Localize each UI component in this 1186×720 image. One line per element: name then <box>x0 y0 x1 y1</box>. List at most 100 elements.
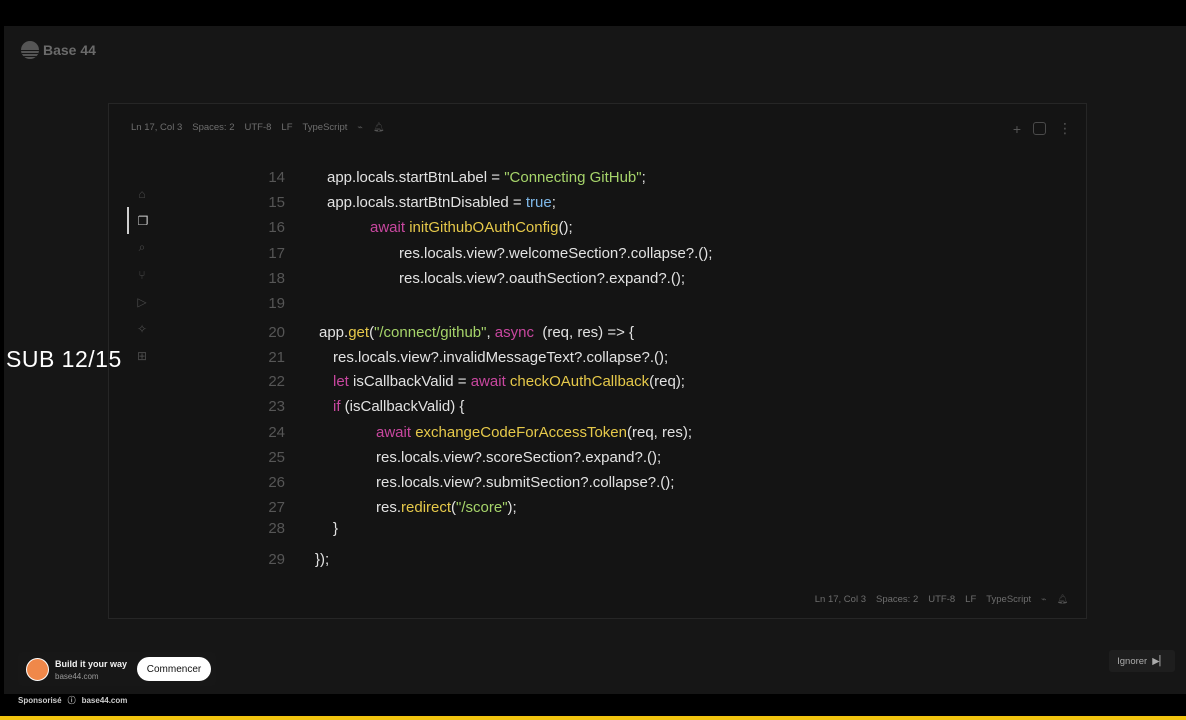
code-token: exchangeCodeForAccessToken <box>415 424 627 441</box>
code-text: app.locals.startBtnDisabled = true; <box>327 192 556 214</box>
code-token: res.locals.view?.scoreSection?.expand?.(… <box>376 449 662 466</box>
code-token: (); <box>558 219 573 236</box>
bell-icon: 🔔︎ <box>372 122 385 132</box>
code-token: true <box>525 194 552 211</box>
code-token: checkOAuthCallback <box>509 373 650 390</box>
code-line: 16 await initGithubOAuthConfig(); <box>109 217 1009 239</box>
code-token: }); <box>315 551 330 568</box>
cursor-position: Ln 17, Col 3 <box>131 122 183 133</box>
code-text: res.locals.view?.scoreSection?.expand?.(… <box>376 447 661 469</box>
advertiser-logo-icon <box>26 658 49 681</box>
line-number: 22 <box>268 373 285 390</box>
code-line: 18 res.locals.view?.oauthSection?.expand?… <box>109 268 1009 290</box>
code-text: res.locals.view?.invalidMessageText?.col… <box>333 347 668 369</box>
code-token: app.locals.startBtnLabel = <box>327 169 505 186</box>
indent-setting: Spaces: 2 <box>192 122 235 133</box>
code-token: await <box>370 219 410 236</box>
skip-label: Ignorer <box>1117 655 1148 667</box>
code-line: 15 app.locals.startBtnDisabled = true; <box>109 192 1009 214</box>
line-number: 25 <box>268 449 285 466</box>
code-line: 17 res.locals.view?.welcomeSection?.colla… <box>109 243 1009 265</box>
sponsored-label: Sponsorisé ⓘ base44.com <box>18 695 127 706</box>
code-text: if (isCallbackValid) { <box>333 396 464 418</box>
code-line: 23 if (isCallbackValid) { <box>109 396 1009 418</box>
ad-url: base44.com <box>55 672 99 681</box>
code-text: app.get("/connect/github", async (req, r… <box>319 322 634 344</box>
cursor-position: Ln 17, Col 3 <box>814 594 866 605</box>
line-number: 26 <box>268 474 285 491</box>
code-token: isCallbackValid = <box>353 373 471 390</box>
code-text: await exchangeCodeForAccessToken(req, re… <box>376 422 692 444</box>
brand-name: Base 44 <box>43 42 96 58</box>
code-token: res. <box>376 499 402 516</box>
code-line: 28} <box>109 518 1009 540</box>
code-token: redirect <box>401 499 452 516</box>
code-token: get <box>348 324 370 341</box>
line-number: 16 <box>268 219 285 236</box>
code-token: (isCallbackValid) { <box>344 398 465 415</box>
subtitle-caption: SUB 12/15 <box>6 346 122 372</box>
code-token: async <box>494 324 539 341</box>
language-mode: TypeScript <box>302 122 348 133</box>
skip-next-icon: ▶▏ <box>1152 655 1167 667</box>
code-text: res.redirect("/score"); <box>376 497 517 519</box>
ad-title: Build it your way <box>55 659 128 669</box>
info-icon[interactable]: ⓘ <box>68 695 76 706</box>
code-line: 22 let isCallbackValid = await checkOAuth… <box>109 371 1009 393</box>
code-line: 27 res.redirect("/score"); <box>109 497 1009 519</box>
skip-ad-button[interactable]: Ignorer ▶▏ <box>1109 650 1175 672</box>
code-line: 29}); <box>109 549 1009 571</box>
code-text: }); <box>315 549 329 571</box>
line-number: 14 <box>268 169 285 186</box>
code-token: app.locals.startBtnDisabled = <box>327 194 526 211</box>
ad-cta-button[interactable]: Commencer <box>137 657 211 681</box>
code-token: ; <box>551 194 556 211</box>
sponsored-text: Sponsorisé <box>18 696 62 705</box>
sponsored-ad-card[interactable]: Build it your way base44.com Commencer <box>18 652 216 686</box>
video-progress-bar[interactable] <box>0 716 1186 720</box>
code-text: res.locals.view?.submitSection?.collapse… <box>376 472 674 494</box>
line-number: 21 <box>268 349 285 366</box>
sponsor-link[interactable]: base44.com <box>82 696 128 705</box>
code-line: 14 app.locals.startBtnLabel = "Connecting… <box>109 167 1009 189</box>
code-token: "/score" <box>456 499 508 516</box>
code-editor-window: Ln 17, Col 3 Spaces: 2 UTF-8 LF TypeScri… <box>108 103 1087 619</box>
code-token: app. <box>319 324 349 341</box>
line-number: 23 <box>268 398 285 415</box>
code-token: (req); <box>649 373 685 390</box>
line-ending: LF <box>965 594 977 605</box>
status-bar-top: Ln 17, Col 3 Spaces: 2 UTF-8 LF TypeScri… <box>131 122 384 133</box>
code-line: 25 res.locals.view?.scoreSection?.expand?… <box>109 447 1009 469</box>
more-icon: ⋮ <box>1058 120 1072 136</box>
code-token: initGithubOAuthConfig <box>409 219 559 236</box>
bell-icon: 🔔︎ <box>1056 594 1068 604</box>
language-mode: TypeScript <box>986 594 1032 605</box>
line-number: 29 <box>268 551 285 568</box>
window-controls: + ⋮ <box>1013 120 1072 137</box>
code-token: ; <box>641 169 646 186</box>
line-number: 18 <box>268 270 285 287</box>
indent-setting: Spaces: 2 <box>875 594 919 605</box>
code-text: res.locals.view?.welcomeSection?.collaps… <box>399 243 712 265</box>
code-token: "/connect/github" <box>374 324 487 341</box>
base44-logo-icon <box>21 41 39 59</box>
code-text: app.locals.startBtnLabel = "Connecting G… <box>327 167 646 189</box>
line-number: 17 <box>268 245 285 262</box>
line-number: 15 <box>268 194 285 211</box>
code-token: res.locals.view?.submitSection?.collapse… <box>376 474 675 491</box>
brand-logo: Base 44 <box>21 41 96 59</box>
encoding: UTF-8 <box>244 122 272 133</box>
broadcast-icon: ⌁ <box>1041 594 1047 604</box>
code-token: ); <box>507 499 517 516</box>
code-line: 20 app.get("/connect/github", async (req,… <box>109 322 1009 344</box>
maximize-icon <box>1033 122 1046 135</box>
code-token: await <box>376 424 416 441</box>
progress-fill <box>0 716 1186 720</box>
code-token: res.locals.view?.welcomeSection?.collaps… <box>399 245 713 262</box>
code-token: (req, res); <box>626 424 692 441</box>
code-token: await <box>470 373 510 390</box>
line-number: 27 <box>268 499 285 516</box>
line-number: 24 <box>268 424 285 441</box>
code-token: res.locals.view?.oauthSection?.expand?.(… <box>399 270 685 287</box>
line-number: 20 <box>268 324 285 341</box>
